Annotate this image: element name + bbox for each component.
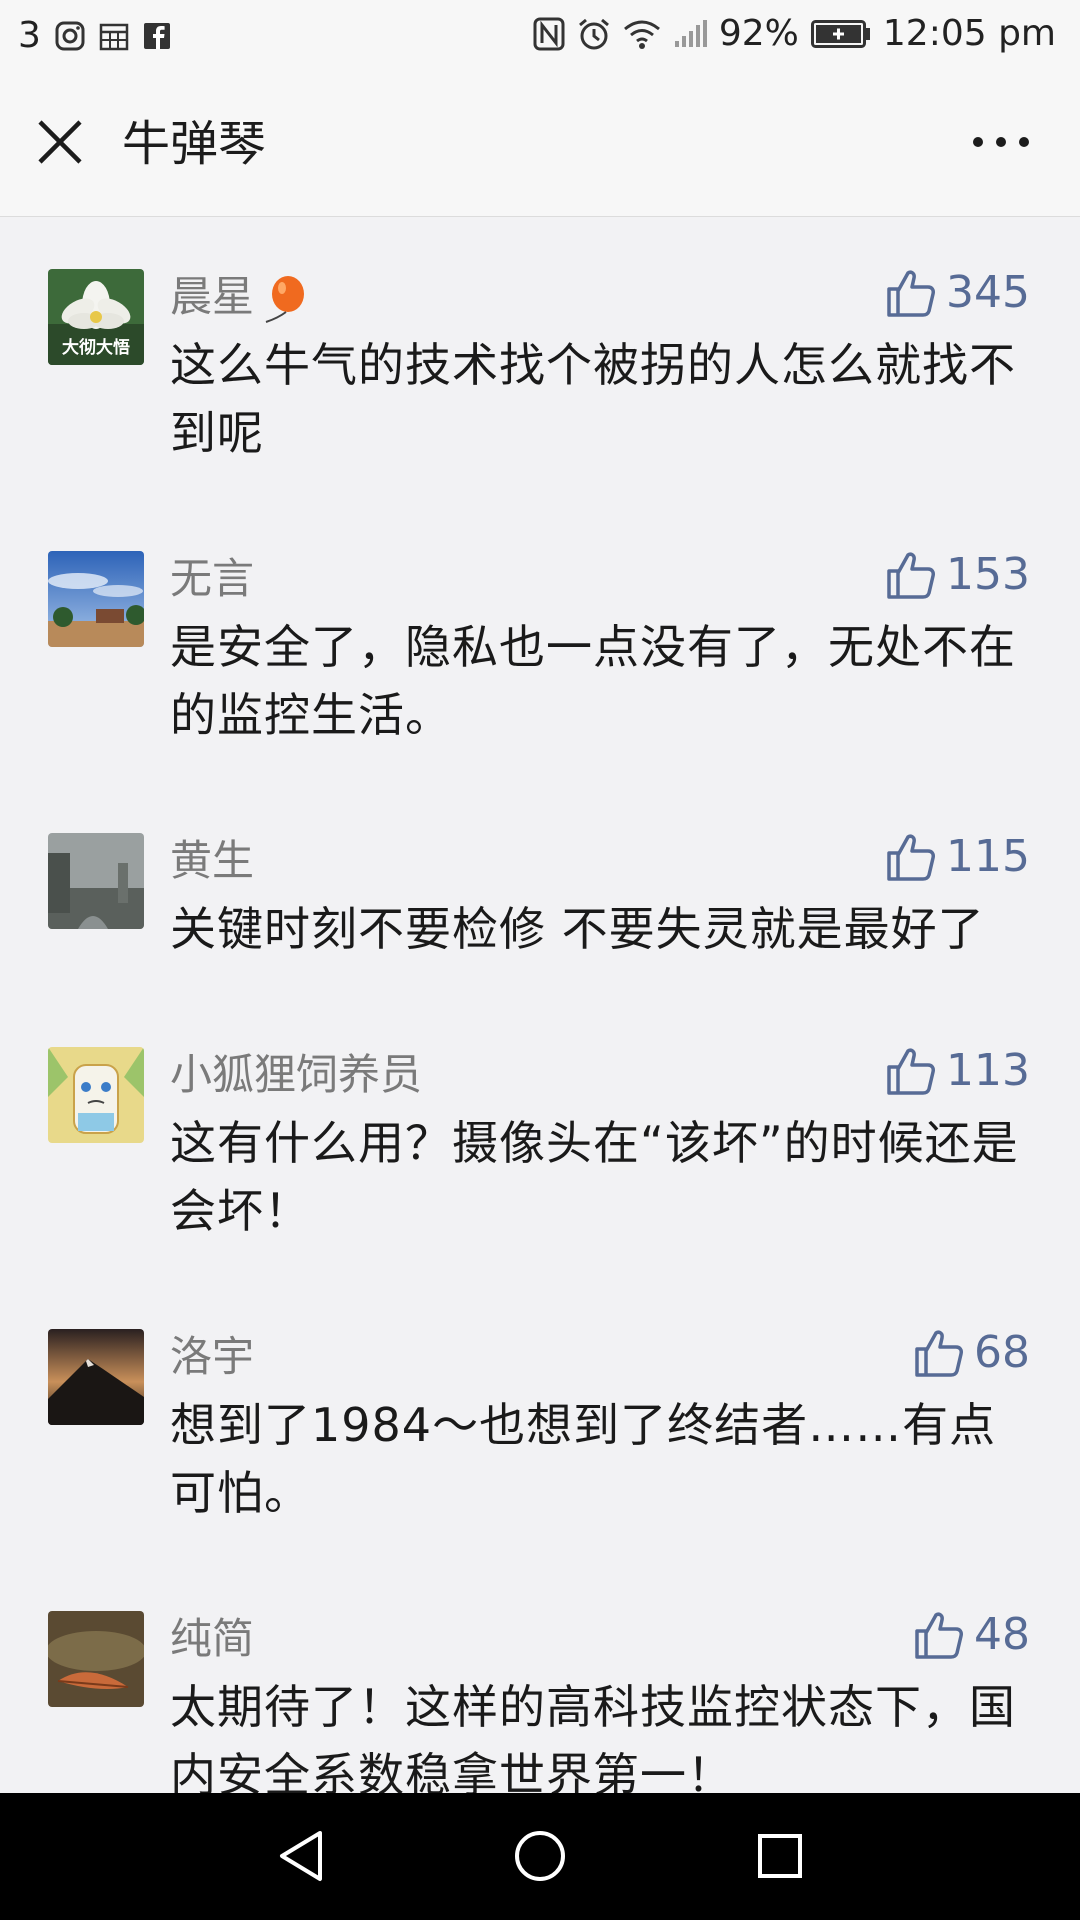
- signal-icon: [674, 20, 707, 47]
- like-count: 345: [946, 267, 1030, 318]
- navigation-bar: [0, 1793, 1080, 1920]
- avatar-caption: 大彻大悟: [62, 337, 130, 358]
- calendar-icon: [99, 23, 129, 51]
- like-count: 113: [946, 1045, 1030, 1096]
- nickname: 无言: [170, 554, 255, 603]
- instagram-icon: [55, 21, 85, 51]
- like-count: 153: [946, 549, 1030, 600]
- nickname: 洛宇: [170, 1332, 255, 1381]
- comment-list[interactable]: 大彻大悟 晨星 345 这么牛气的技术找个被拐的人怎么就找不到呢 无言 153 …: [0, 217, 1080, 1793]
- comment-text: 关键时刻不要检修 不要失灵就是最好了: [170, 902, 985, 956]
- nickname-text: 晨星: [170, 272, 255, 321]
- clock: 12:05 pm: [882, 13, 1056, 54]
- comment-text: 这有什么用？摄像头在“该坏”的时候还是会坏！: [170, 1116, 1019, 1238]
- like-button[interactable]: 115: [886, 829, 1030, 885]
- thumbs-up-icon: [887, 270, 936, 317]
- nickname: 小狐狸饲养员: [170, 1050, 423, 1099]
- home-circle-icon[interactable]: [500, 1821, 580, 1891]
- status-bar: 3 92% 12:05 pm: [0, 0, 1080, 72]
- title-bar: 牛弹琴: [0, 72, 1080, 217]
- avatar[interactable]: [48, 1047, 144, 1143]
- comment-text: 是安全了，隐私也一点没有了，无处不在的监控生活。: [170, 620, 1016, 742]
- screen: 3 92% 12:05 pm 牛弹琴 大彻大悟 晨星 345 这么牛气的技术找个…: [0, 0, 1080, 1920]
- thumbs-up-icon: [915, 1330, 963, 1377]
- like-button[interactable]: 68: [914, 1325, 1030, 1381]
- avatar[interactable]: [48, 551, 144, 647]
- page-title: 牛弹琴: [122, 116, 267, 172]
- battery-icon: [810, 20, 870, 48]
- thumbs-up-icon: [887, 834, 936, 881]
- battery-percent: 92%: [718, 13, 799, 54]
- avatar[interactable]: [48, 1611, 144, 1707]
- status-left: 3: [18, 16, 171, 56]
- nickname: 黄生: [170, 836, 255, 885]
- like-button[interactable]: 113: [886, 1043, 1030, 1099]
- comment-text: 想到了1984～也想到了终结者……有点可怕。: [170, 1398, 997, 1520]
- thumbs-up-icon: [887, 1048, 936, 1095]
- facebook-icon: [143, 23, 170, 49]
- more-dots-icon[interactable]: [966, 112, 1036, 172]
- nickname: 纯简: [170, 1614, 255, 1663]
- thumbs-up-icon: [915, 1612, 963, 1659]
- like-button[interactable]: 48: [914, 1607, 1030, 1663]
- balloon-icon: [265, 275, 305, 323]
- wifi-icon: [623, 20, 660, 49]
- comment-text: 太期待了！这样的高科技监控状态下，国内安全系数稳拿世界第一！: [170, 1680, 1016, 1793]
- close-icon[interactable]: [30, 112, 90, 172]
- like-count: 48: [974, 1609, 1030, 1660]
- like-button[interactable]: 345: [886, 265, 1030, 321]
- recents-square-icon[interactable]: [740, 1821, 820, 1891]
- avatar[interactable]: 大彻大悟: [48, 269, 144, 365]
- like-button[interactable]: 153: [886, 547, 1030, 603]
- thumbs-up-icon: [887, 552, 936, 599]
- avatar[interactable]: [48, 1329, 144, 1425]
- nfc-icon: [533, 17, 565, 51]
- avatar[interactable]: [48, 833, 144, 929]
- comment-text: 这么牛气的技术找个被拐的人怎么就找不到呢: [170, 338, 1016, 460]
- notification-count: 3: [18, 15, 41, 56]
- nickname: 晨星: [170, 269, 308, 326]
- status-right: 92% 12:05 pm: [533, 14, 1056, 54]
- like-count: 68: [974, 1327, 1030, 1378]
- alarm-icon: [578, 18, 609, 50]
- back-triangle-icon[interactable]: [260, 1821, 340, 1891]
- like-count: 115: [946, 831, 1030, 882]
